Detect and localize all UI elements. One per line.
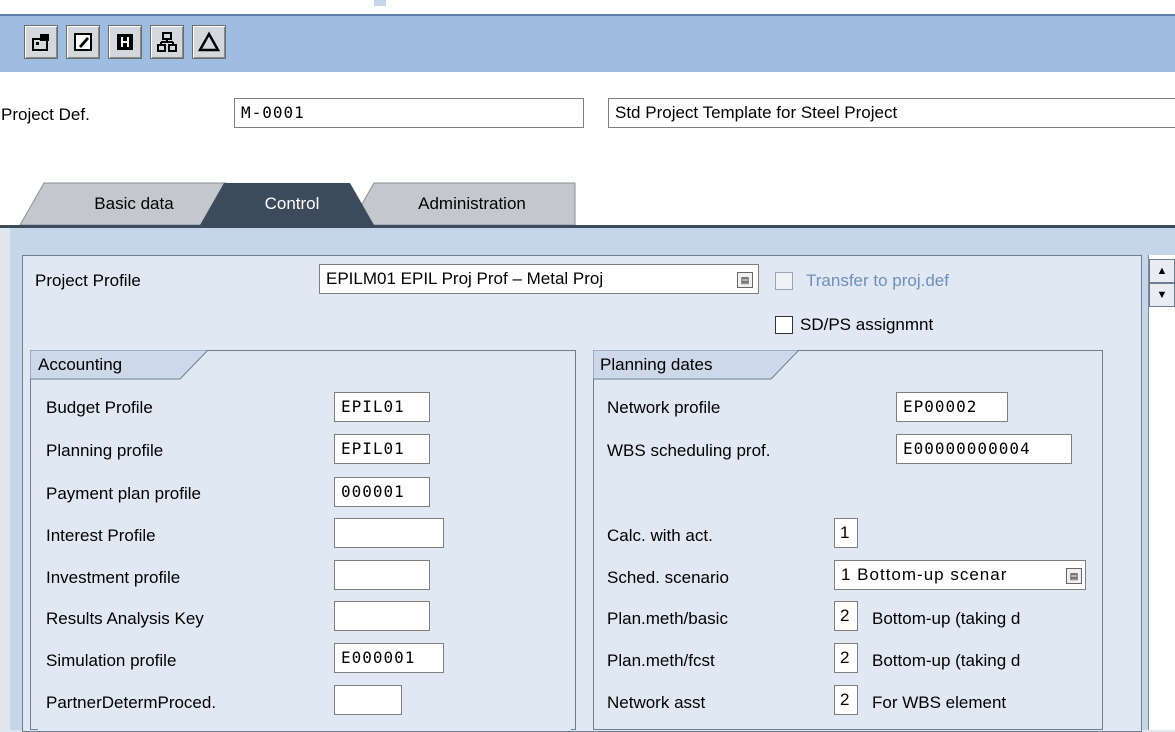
info-button[interactable] xyxy=(108,25,142,59)
plan-meth-fcst-field[interactable]: 2 xyxy=(834,643,858,673)
partner-determ-proced-label: PartnerDetermProced. xyxy=(46,693,217,712)
info-icon xyxy=(117,34,133,50)
planning-profile-field[interactable]: EPIL01 xyxy=(334,434,430,464)
accounting-title: Accounting xyxy=(38,355,123,374)
project-icon xyxy=(32,34,49,51)
project-button[interactable] xyxy=(24,25,58,59)
tab-basic-data[interactable]: Basic data xyxy=(44,183,224,225)
sched-scenario-field[interactable]: 1 Bottom-up scenar xyxy=(834,560,1086,590)
edit-button[interactable] xyxy=(66,25,100,59)
results-analysis-key-field[interactable] xyxy=(334,601,430,631)
project-def-label: Project Def. xyxy=(1,105,90,124)
planning-profile-label: Planning profile xyxy=(46,441,164,460)
tab-basic-data-label: Basic data xyxy=(94,194,174,213)
project-profile-field[interactable]: EPILM01 EPIL Proj Prof – Metal Proj xyxy=(319,264,759,294)
planning-dates-title: Planning dates xyxy=(600,355,713,374)
plan-meth-basic-field[interactable]: 2 xyxy=(834,601,858,631)
scroll-down-button[interactable]: ▼ xyxy=(1149,283,1175,307)
simulation-profile-field[interactable]: E000001 xyxy=(334,643,444,673)
network-asst-text: For WBS element xyxy=(872,693,1007,712)
investment-profile-field[interactable] xyxy=(334,560,430,590)
transfer-checkbox[interactable] xyxy=(775,272,793,290)
wbs-scheduling-prof-label: WBS scheduling prof. xyxy=(607,441,771,460)
dropdown-icon[interactable]: ▤ xyxy=(737,272,753,288)
warning-button[interactable] xyxy=(192,25,226,59)
dropdown-icon[interactable]: ▤ xyxy=(1066,568,1082,584)
tab-administration[interactable]: Administration xyxy=(372,183,572,225)
edit-icon xyxy=(74,33,92,51)
wbs-scheduling-prof-field[interactable]: E00000000004 xyxy=(896,434,1072,464)
results-analysis-key-label: Results Analysis Key xyxy=(46,609,204,628)
simulation-profile-label: Simulation profile xyxy=(46,651,177,670)
top-strip-marker xyxy=(374,0,386,6)
interest-profile-label: Interest Profile xyxy=(46,526,156,545)
scroll-up-button[interactable]: ▲ xyxy=(1149,259,1175,283)
partner-determ-proced-field[interactable] xyxy=(334,685,402,715)
network-asst-label: Network asst xyxy=(607,693,706,712)
header-area xyxy=(0,72,1175,184)
calc-with-act-label: Calc. with act. xyxy=(607,526,713,545)
calc-with-act-field[interactable]: 1 xyxy=(834,518,858,548)
hierarchy-button[interactable] xyxy=(150,25,184,59)
plan-meth-fcst-label: Plan.meth/fcst xyxy=(607,651,715,670)
project-profile-value: EPILM01 EPIL Proj Prof – Metal Proj xyxy=(326,269,604,288)
tab-control[interactable]: Control xyxy=(222,183,362,225)
network-profile-field[interactable]: EP00002 xyxy=(896,392,1008,422)
network-asst-field[interactable]: 2 xyxy=(834,685,858,715)
tab-control-label: Control xyxy=(264,194,320,213)
project-description-field[interactable]: Std Project Template for Steel Project xyxy=(608,98,1175,128)
plan-meth-basic-label: Plan.meth/basic xyxy=(607,609,728,628)
payment-plan-profile-field[interactable]: 000001 xyxy=(334,477,430,507)
budget-profile-label: Budget Profile xyxy=(46,398,153,417)
plan-meth-fcst-text: Bottom-up (taking d xyxy=(872,651,1021,670)
interest-profile-field[interactable] xyxy=(334,518,444,548)
hierarchy-icon xyxy=(157,32,177,52)
vertical-scrollbar[interactable]: ▲ ▼ xyxy=(1148,255,1175,730)
top-strip xyxy=(0,0,1175,16)
sched-scenario-value: 1 Bottom-up scenar xyxy=(841,565,1008,584)
tab-administration-label: Administration xyxy=(418,194,526,213)
sdps-checkbox[interactable] xyxy=(775,316,793,334)
budget-profile-field[interactable]: EPIL01 xyxy=(334,392,430,422)
sched-scenario-label: Sched. scenario xyxy=(607,568,729,587)
project-profile-label: Project Profile xyxy=(35,271,141,290)
plan-meth-basic-text: Bottom-up (taking d xyxy=(872,609,1021,628)
warning-icon xyxy=(198,31,220,52)
network-profile-label: Network profile xyxy=(607,398,721,417)
transfer-label: Transfer to proj.def xyxy=(806,271,949,290)
investment-profile-label: Investment profile xyxy=(46,568,181,587)
sdps-label: SD/PS assignmnt xyxy=(800,315,934,334)
payment-plan-profile-label: Payment plan profile xyxy=(46,484,201,503)
project-def-field[interactable]: M-0001 xyxy=(234,98,584,128)
